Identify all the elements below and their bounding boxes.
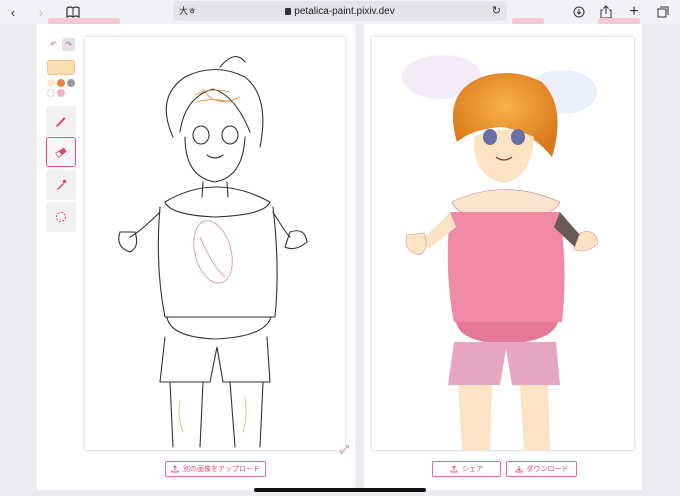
color-swatch[interactable] xyxy=(67,79,75,87)
resize-handle-icon[interactable]: ⤢ xyxy=(340,444,349,457)
back-icon[interactable]: ‹ xyxy=(3,2,23,22)
colorized-canvas[interactable] xyxy=(372,37,634,450)
color-swatch[interactable] xyxy=(47,79,55,87)
redo-icon[interactable]: ↷ xyxy=(62,38,75,51)
pen-tool-button[interactable] xyxy=(46,106,76,136)
color-swatch[interactable] xyxy=(57,79,65,87)
sparkle-icon xyxy=(56,212,66,222)
undo-redo-row: ↶ ↷ xyxy=(47,38,75,51)
eraser-tool-button[interactable] xyxy=(46,137,76,167)
lock-icon xyxy=(285,8,292,15)
download-icon xyxy=(515,466,522,473)
line-art-canvas[interactable] xyxy=(85,37,345,450)
reload-icon[interactable]: ↻ xyxy=(492,4,501,17)
color-swatch[interactable] xyxy=(57,89,65,97)
hint-tool-button[interactable] xyxy=(46,202,76,232)
home-indicator xyxy=(254,488,426,492)
download-button-label: ダウンロード xyxy=(526,466,569,473)
color-swatch[interactable] xyxy=(47,89,55,97)
address-bar[interactable]: 大ㅎ petalica-paint.pixiv.dev ↻ xyxy=(173,1,507,21)
colorized-drawing xyxy=(402,55,599,450)
selected-color-swatch[interactable] xyxy=(47,60,75,75)
undo-icon[interactable]: ↶ xyxy=(47,38,60,51)
share-button[interactable]: シェア xyxy=(432,461,501,477)
dropper-tool-button[interactable] xyxy=(46,170,76,200)
eraser-icon xyxy=(55,147,67,158)
pen-icon xyxy=(56,117,66,127)
upload-another-image-button[interactable]: 別の画像をアップロード xyxy=(165,461,266,477)
line-art-drawing xyxy=(118,56,308,448)
share-button-label: シェア xyxy=(462,466,483,473)
upload-button-label: 別の画像をアップロード xyxy=(183,466,260,473)
download-button[interactable]: ダウンロード xyxy=(506,461,577,477)
download-icon[interactable] xyxy=(569,2,589,22)
upload-icon xyxy=(171,465,179,473)
share-icon xyxy=(450,465,458,473)
tabs-icon[interactable] xyxy=(653,2,673,22)
dropper-icon xyxy=(57,179,67,190)
url-text: petalica-paint.pixiv.dev xyxy=(294,6,395,17)
